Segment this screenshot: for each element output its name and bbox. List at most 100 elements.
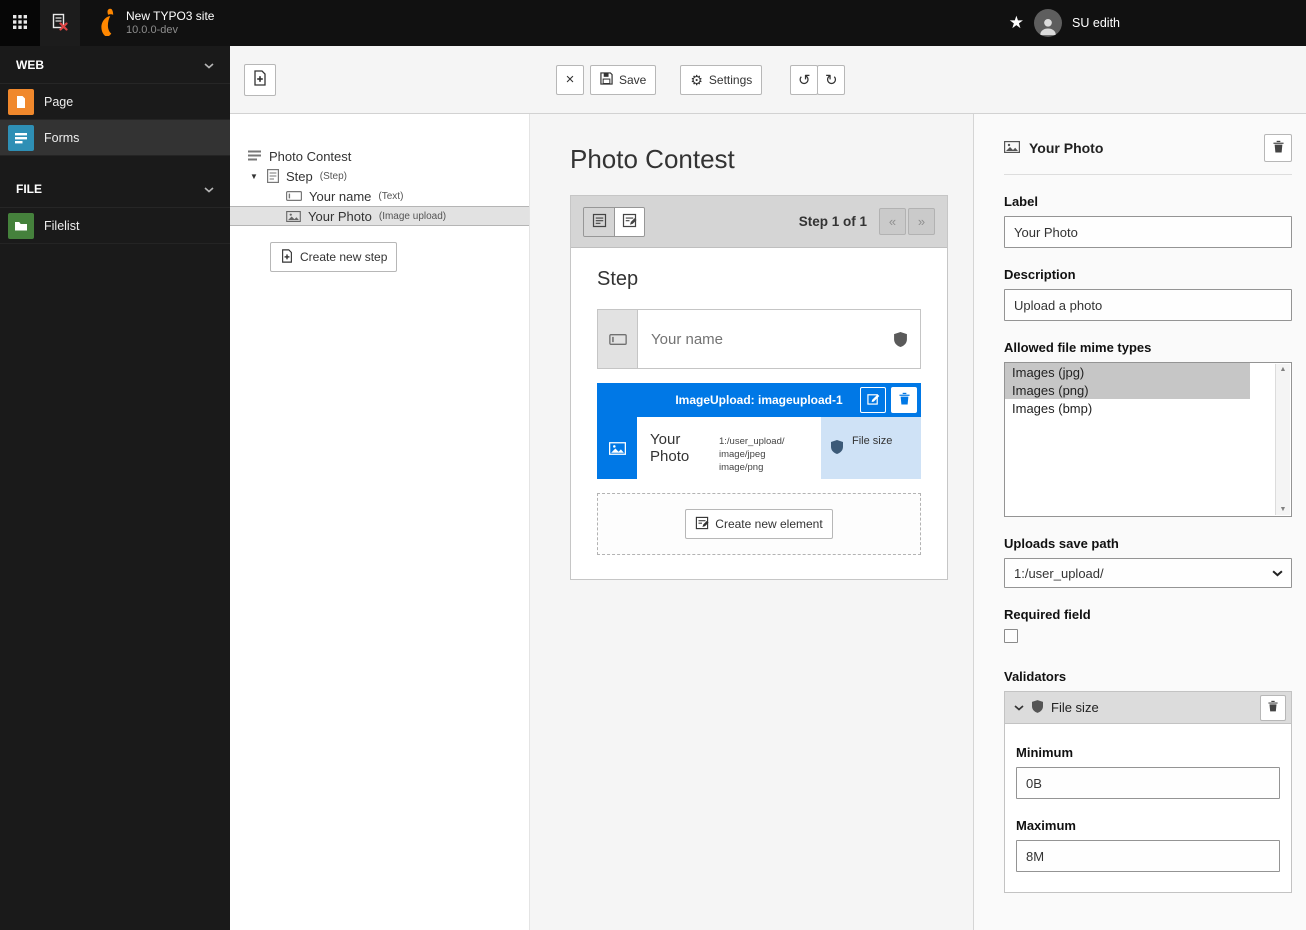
module-menu: WEB Page Forms FILE Filelist xyxy=(0,46,230,930)
text-field-icon xyxy=(286,191,302,201)
close-icon: × xyxy=(565,71,575,88)
maximum-input[interactable] xyxy=(1016,840,1280,872)
module-menu-toggle-button[interactable] xyxy=(0,0,40,46)
next-step-button[interactable]: » xyxy=(908,208,935,235)
tree-item-your-photo[interactable]: Your Photo (Image upload) xyxy=(230,206,529,226)
step-heading: Step xyxy=(597,268,639,290)
label-input[interactable] xyxy=(1004,216,1292,248)
tree-item-type: (Image upload) xyxy=(378,210,447,222)
save-button[interactable]: Save xyxy=(590,64,657,95)
avatar[interactable] xyxy=(1034,9,1063,37)
redo-button[interactable]: ↻ xyxy=(817,64,846,95)
create-new-step-button[interactable]: Create new step xyxy=(270,242,398,272)
selected-element-header: ImageUpload: imageupload-1 xyxy=(597,383,921,417)
new-form-icon xyxy=(252,70,268,89)
new-step-icon xyxy=(280,248,294,266)
mime-option-bmp[interactable]: Images (bmp) xyxy=(1005,399,1250,417)
form-icon xyxy=(248,150,262,162)
create-new-element-button[interactable]: Create new element xyxy=(685,509,833,539)
chevron-left-icon: « xyxy=(888,214,897,229)
section-web-label: WEB xyxy=(16,57,44,72)
new-form-button[interactable] xyxy=(244,63,276,96)
new-element-icon xyxy=(695,516,709,533)
required-checkbox[interactable] xyxy=(1004,629,1018,643)
page-module-icon xyxy=(8,88,34,115)
validators-label: Validators xyxy=(1004,669,1067,684)
mime-option-jpg[interactable]: Images (jpg) xyxy=(1005,363,1250,381)
detail-save-path: 1:/user_upload/ xyxy=(719,436,785,447)
bookmark-star-icon[interactable]: ★ xyxy=(1009,13,1024,33)
save-path-select[interactable]: 1:/user_upload/ xyxy=(1004,558,1292,588)
brand[interactable]: New TYPO3 site 10.0.0-dev xyxy=(80,0,224,46)
tree-item-type: (Text) xyxy=(378,190,404,202)
toolbar-center: × Save ⚙ Settings ↺ ↻ xyxy=(556,64,846,95)
save-label: Save xyxy=(619,72,647,87)
grid-icon xyxy=(12,14,28,33)
create-new-element-label: Create new element xyxy=(715,517,823,531)
tree-item-step[interactable]: ▼ Step (Step) xyxy=(230,166,529,186)
label-field-label: Label xyxy=(1004,194,1038,209)
tree-item-label: Your Photo xyxy=(308,208,372,224)
chevron-down-icon xyxy=(1014,704,1024,711)
filelist-module-icon xyxy=(8,212,34,239)
delete-element-button[interactable] xyxy=(1264,134,1292,162)
preview-view-icon xyxy=(622,213,637,231)
delete-element-button[interactable] xyxy=(891,387,917,413)
image-upload-icon xyxy=(286,210,301,222)
selected-element-actions xyxy=(860,387,917,413)
tree-item-root[interactable]: Photo Contest xyxy=(230,146,529,166)
tree-item-type: (Step) xyxy=(319,170,347,182)
minimum-input[interactable] xyxy=(1016,767,1280,799)
trash-icon xyxy=(1272,140,1284,156)
preview-view-button[interactable] xyxy=(614,207,644,236)
close-button[interactable]: × xyxy=(556,64,584,95)
sidebar-item-page[interactable]: Page xyxy=(0,84,230,120)
listbox-scrollbar[interactable]: ▲ ▼ xyxy=(1275,364,1290,515)
form-element-imageupload-selected[interactable]: ImageUpload: imageupload-1 Your Photo 1:… xyxy=(597,383,921,479)
remove-validator-button[interactable] xyxy=(1260,694,1286,721)
sidebar-item-filelist-label: Filelist xyxy=(44,218,80,233)
abstract-view-button[interactable] xyxy=(584,207,614,236)
stage-header: Step 1 of 1 « » xyxy=(571,196,947,248)
settings-button[interactable]: ⚙ Settings xyxy=(680,64,763,95)
sidebar-item-forms[interactable]: Forms xyxy=(0,120,230,156)
image-upload-icon xyxy=(597,417,637,479)
sidebar-section-web[interactable]: WEB xyxy=(0,46,230,84)
undo-icon: ↺ xyxy=(797,71,811,89)
sidebar-item-filelist[interactable]: Filelist xyxy=(0,208,230,244)
topbar: New TYPO3 site 10.0.0-dev ★ SU edith xyxy=(0,0,1306,46)
edit-element-button[interactable] xyxy=(860,387,886,413)
detail-mime-jpeg: image/jpeg xyxy=(719,449,766,460)
doc-toolbar: × Save ⚙ Settings ↺ ↻ xyxy=(230,46,1306,114)
previous-step-button[interactable]: « xyxy=(879,208,906,235)
tree-expand-caret-icon[interactable]: ▼ xyxy=(250,172,260,181)
sidebar-section-file[interactable]: FILE xyxy=(0,170,230,208)
selected-element-identifier: ImageUpload: imageupload-1 xyxy=(675,393,843,407)
scroll-down-icon[interactable]: ▼ xyxy=(1280,506,1287,513)
selected-element-main: Your Photo 1:/user_upload/ image/jpeg im… xyxy=(637,417,821,479)
abstract-view-icon xyxy=(592,213,607,231)
undo-button[interactable]: ↺ xyxy=(790,64,819,95)
element-inspector: Your Photo Label Description Allowed fil… xyxy=(973,114,1306,930)
typo3-logo xyxy=(94,8,116,39)
scroll-up-icon[interactable]: ▲ xyxy=(1280,366,1287,373)
validator-panel-header[interactable]: File size xyxy=(1005,692,1291,724)
tree-item-label: Photo Contest xyxy=(269,148,352,164)
stage-card: Step 1 of 1 « » Step Your name ImageUplo… xyxy=(570,195,948,580)
content-area: × Save ⚙ Settings ↺ ↻ Photo Contest ▼ St… xyxy=(230,46,1306,930)
create-new-step-label: Create new step xyxy=(300,250,388,264)
username[interactable]: SU edith xyxy=(1072,16,1120,30)
tree-item-your-name[interactable]: Your name (Text) xyxy=(230,186,529,206)
description-input[interactable] xyxy=(1004,289,1292,321)
tree-item-label: Your name xyxy=(309,188,372,204)
mime-types-label: Allowed file mime types xyxy=(1004,340,1152,355)
form-element-your-name[interactable]: Your name xyxy=(597,309,921,369)
create-element-zone: Create new element xyxy=(597,493,921,555)
mime-types-listbox[interactable]: Images (jpg) Images (png) Images (bmp) ▲… xyxy=(1004,362,1292,517)
image-upload-icon xyxy=(1004,140,1021,156)
topbar-right: ★ SU edith xyxy=(1009,0,1306,46)
clear-cache-button[interactable] xyxy=(40,0,80,46)
chevron-down-icon xyxy=(204,58,214,72)
mime-option-png[interactable]: Images (png) xyxy=(1005,381,1250,399)
